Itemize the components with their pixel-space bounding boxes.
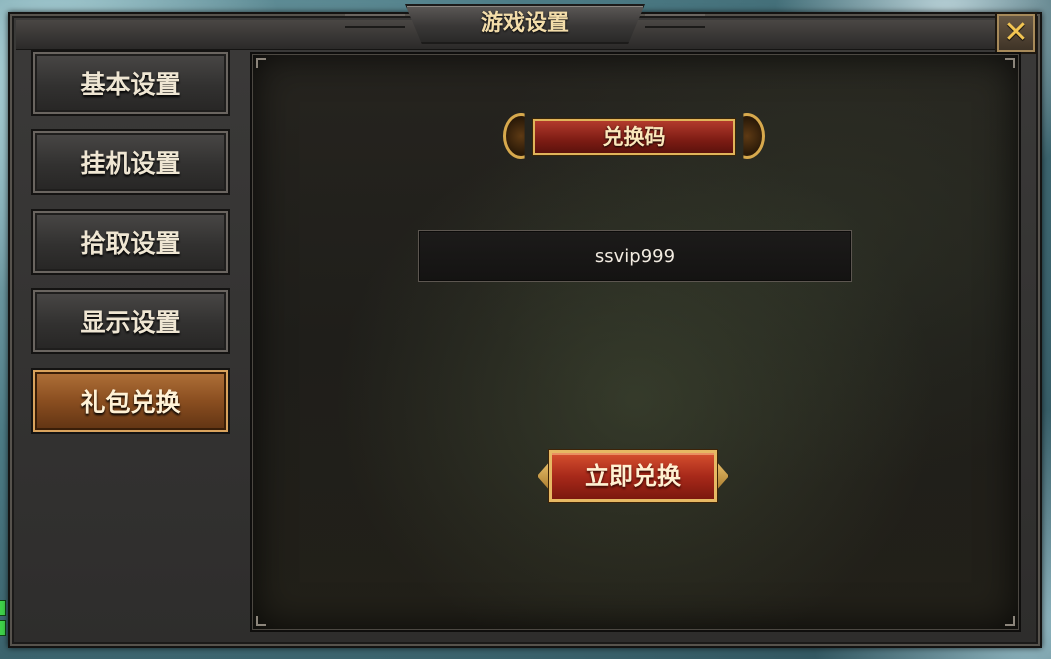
panel-corner-ornament xyxy=(1005,58,1015,68)
sidebar-item-label: 基本设置 xyxy=(80,70,181,99)
sidebar-item-label: 显示设置 xyxy=(80,308,181,337)
close-icon: ✕ xyxy=(1003,15,1029,50)
sidebar-item-label: 礼包兑换 xyxy=(80,388,181,417)
panel-corner-ornament xyxy=(1005,616,1015,626)
redeem-code-input[interactable] xyxy=(418,230,852,282)
sidebar-item-auto-play-settings[interactable]: 挂机设置 xyxy=(31,129,230,195)
sidebar-item-basic-settings[interactable]: 基本设置 xyxy=(31,50,230,116)
button-cap-ornament xyxy=(715,460,729,492)
panel-corner-ornament xyxy=(256,58,266,68)
panel-corner-ornament xyxy=(256,616,266,626)
sidebar-item-display-settings[interactable]: 显示设置 xyxy=(31,288,230,354)
close-button[interactable]: ✕ xyxy=(995,12,1037,54)
hud-bar xyxy=(0,620,6,636)
sidebar-item-label: 挂机设置 xyxy=(80,149,181,178)
section-header-banner: 兑换码 xyxy=(503,111,765,161)
sidebar-item-loot-settings[interactable]: 拾取设置 xyxy=(31,209,230,275)
title-ornament-left xyxy=(345,14,405,28)
redeem-button-label: 立即兑换 xyxy=(585,462,681,490)
dialog-title: 游戏设置 xyxy=(480,11,569,36)
hud-bars xyxy=(0,600,6,642)
hud-bar xyxy=(0,600,6,616)
title-ornament-right xyxy=(645,14,705,28)
sidebar-item-label: 拾取设置 xyxy=(80,229,181,258)
sidebar-item-gift-redeem[interactable]: 礼包兑换 xyxy=(31,368,230,434)
redeem-now-button[interactable]: 立即兑换 xyxy=(537,446,729,506)
section-title: 兑换码 xyxy=(602,125,666,149)
